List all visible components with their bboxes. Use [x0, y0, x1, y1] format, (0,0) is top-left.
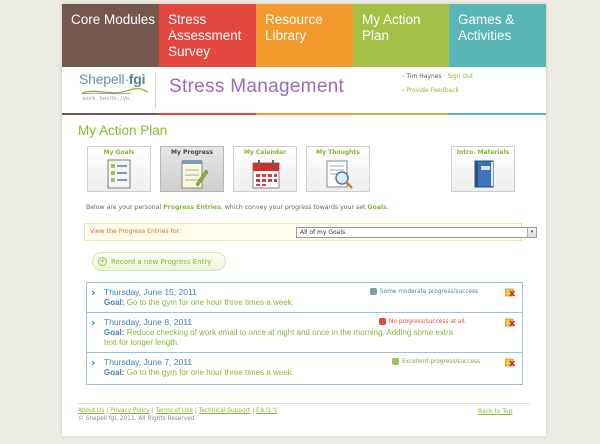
- header: Shepell·fgi work. health. life. Stress M…: [62, 67, 546, 113]
- progress-entries-list: › Thursday, June 15, 2011 Goal: Go to th…: [86, 282, 523, 385]
- progress-entry[interactable]: › Thursday, June 15, 2011 Goal: Go to th…: [87, 283, 522, 313]
- progress-entry[interactable]: › Thursday, June 7, 2011 Goal: Go to the…: [87, 353, 522, 384]
- shepell-fgi-logo[interactable]: Shepell·fgi work. health. life.: [79, 71, 151, 109]
- copyright: © Shepell·fgi, 2011. All Rights Reserved: [78, 416, 195, 422]
- nav-tab-label: Activities: [458, 28, 512, 43]
- goals-checklist-icon: [107, 159, 131, 189]
- footer-link-faqs[interactable]: F.A.Q.'s: [256, 408, 277, 414]
- intro-book-icon: [474, 160, 494, 188]
- nav-tab-label: Plan: [362, 28, 390, 43]
- tile-label: Intro. Materials: [456, 149, 510, 156]
- back-to-top-link[interactable]: Back to Top: [478, 408, 513, 415]
- entry-goal: Goal: Reduce checking of work email to o…: [104, 328, 454, 347]
- tile-my-goals[interactable]: My Goals: [87, 146, 151, 192]
- nav-tab-label: Core Modules: [71, 12, 156, 27]
- tile-my-thoughts[interactable]: My Thoughts: [306, 146, 370, 192]
- entry-date: Thursday, June 15, 2011: [104, 287, 197, 297]
- nav-tab-label: Games &: [458, 12, 515, 27]
- user-box: › Tim Haynes · Sign Out › Provide Feedba…: [402, 70, 473, 98]
- nav-tab-stress-assessment-survey[interactable]: Stress Assessment Survey: [159, 4, 256, 67]
- separator: ·: [443, 73, 446, 80]
- footer-link-terms-of-use[interactable]: Terms of Use: [156, 408, 193, 414]
- separator: |: [106, 408, 109, 414]
- tile-my-progress[interactable]: My Progress: [160, 146, 224, 192]
- select-value: All of my Goals.: [300, 229, 348, 236]
- progress-entries-highlight: Progress Entries: [163, 204, 221, 211]
- moderate-face-icon: [370, 288, 377, 295]
- nav-tab-label: My Action: [362, 12, 421, 27]
- page-container: Core Modules Stress Assessment Survey Re…: [62, 4, 546, 436]
- progress-notepad-icon: [181, 160, 209, 189]
- footer-link-about-us[interactable]: About Us: [78, 408, 104, 414]
- nav-tab-label: Library: [265, 28, 307, 43]
- chevron-right-icon: ›: [91, 356, 96, 369]
- nav-tab-label: Assessment: [168, 28, 242, 43]
- tile-my-calendar[interactable]: My Calendar: [233, 146, 297, 192]
- tile-label: My Calendar: [243, 149, 287, 156]
- thoughts-magnifier-icon: [326, 160, 353, 189]
- entry-status: Excellent progress/success: [392, 358, 512, 365]
- intro-text: Below are your personal Progress Entries…: [86, 204, 389, 211]
- sign-out-link[interactable]: Sign Out: [447, 73, 473, 80]
- arrow-icon: ›: [402, 73, 405, 80]
- goal-filter-select[interactable]: All of my Goals. ▾: [296, 227, 537, 238]
- progress-filter-bar: View the Progress Entries for: All of my…: [84, 223, 537, 241]
- goals-highlight: Goals: [367, 204, 387, 211]
- logo-swirl-icon: [81, 88, 149, 95]
- nav-tab-core-modules[interactable]: Core Modules: [62, 4, 159, 67]
- entry-date: Thursday, June 8, 2011: [104, 317, 193, 327]
- chevron-right-icon: ›: [91, 286, 96, 299]
- nav-tab-label: Stress: [168, 12, 207, 27]
- color-stripe: [62, 113, 546, 115]
- nav-tab-my-action-plan[interactable]: My Action Plan: [353, 4, 449, 67]
- logo-wordmark: Shepell·fgi: [79, 71, 146, 87]
- delete-entry-icon[interactable]: [505, 288, 515, 297]
- provide-feedback-link[interactable]: Provide Feedback: [406, 87, 459, 94]
- filter-label: View the Progress Entries for:: [90, 228, 182, 235]
- record-progress-entry-button[interactable]: + Record a new Progress Entry: [92, 252, 226, 271]
- nav-tab-games-activities[interactable]: Games & Activities: [449, 4, 546, 67]
- entry-status: Some moderate progress/success: [370, 288, 490, 295]
- nav-tab-resource-library[interactable]: Resource Library: [256, 4, 353, 67]
- separator: |: [252, 408, 255, 414]
- separator: |: [194, 408, 197, 414]
- plus-icon: +: [98, 257, 107, 266]
- no-progress-face-icon: [379, 318, 386, 325]
- nav-tab-label: Resource: [265, 12, 323, 27]
- entry-status: No progress/success at all.: [379, 318, 499, 325]
- footer-divider: [78, 403, 530, 404]
- separator: |: [151, 408, 154, 414]
- app-title: Stress Management: [169, 76, 345, 97]
- tile-intro-materials[interactable]: Intro. Materials: [451, 146, 515, 192]
- nav-tab-label: Survey: [168, 44, 211, 59]
- header-divider: [155, 72, 156, 108]
- top-navigation: Core Modules Stress Assessment Survey Re…: [62, 4, 546, 67]
- progress-entry[interactable]: › Thursday, June 8, 2011 Goal: Reduce ch…: [87, 313, 522, 353]
- entry-date: Thursday, June 7, 2011: [104, 357, 193, 367]
- footer-link-privacy-policy[interactable]: Privacy Policy: [110, 408, 150, 414]
- delete-entry-icon[interactable]: [505, 318, 515, 327]
- entry-goal: Goal: Go to the gym for one hour three t…: [104, 368, 294, 377]
- chevron-down-icon: ▾: [527, 228, 536, 237]
- excellent-face-icon: [392, 358, 399, 365]
- delete-entry-icon[interactable]: [505, 358, 515, 367]
- calendar-icon: [252, 160, 280, 189]
- footer-links: About Us | Privacy Policy | Terms of Use | Tec…: [78, 408, 277, 414]
- entry-goal: Goal: Go to the gym for one hour three t…: [104, 298, 294, 307]
- user-name: Tim Haynes: [406, 73, 442, 80]
- button-label: Record a new Progress Entry: [111, 258, 212, 266]
- footer-link-technical-support[interactable]: Technical Support: [199, 408, 250, 414]
- arrow-icon: ›: [402, 87, 405, 94]
- page-title: My Action Plan: [78, 123, 168, 138]
- tile-label: My Progress: [171, 149, 213, 156]
- logo-tagline: work. health. life.: [82, 96, 132, 102]
- tile-label: My Thoughts: [316, 149, 360, 156]
- tile-label: My Goals: [103, 149, 135, 156]
- chevron-right-icon: ›: [91, 316, 96, 329]
